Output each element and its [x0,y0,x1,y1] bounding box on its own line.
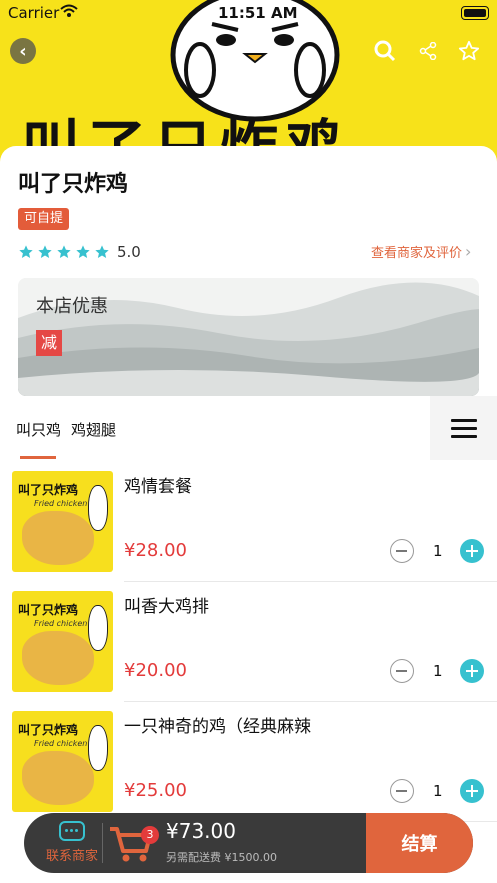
increase-quantity-button[interactable] [460,659,484,683]
search-button[interactable] [372,38,398,64]
carrier-label: Carrier [8,4,60,22]
product-image-text: 叫了只炸鸡 [18,603,79,617]
delivery-fee-note: 另需配送费 ¥1500.00 [166,851,277,864]
star-rating-icon [57,245,71,258]
cart-total: ¥73.00 [166,819,236,843]
favorite-button[interactable] [456,38,482,64]
product-quantity: 1 [433,542,443,560]
view-reviews-label: 查看商家及评价 [371,246,463,261]
decrease-quantity-button[interactable] [390,779,414,803]
checkout-button[interactable]: 结算 [366,813,473,873]
back-icon: ‹ [19,40,27,62]
product-row: 叫了只炸鸡 Fried chicken 叫香大鸡排 ¥20.00 1 [0,582,497,702]
star-icon [458,40,480,61]
product-row: 叫了只炸鸡 Fried chicken 一只神奇的鸡（经典麻辣 ¥25.00 1 [0,702,497,822]
mascot-graphic [88,725,108,771]
status-time: 11:51 AM [218,4,298,22]
cart-count-badge: 3 [141,826,159,844]
discount-tag: 减 [36,330,62,356]
rating-value: 5.0 [117,243,141,261]
tab-category-2[interactable]: 鸡翅腿 [71,419,116,440]
product-quantity: 1 [433,662,443,680]
contact-merchant-label: 联系商家 [45,849,98,864]
fried-chicken-graphic [22,751,94,805]
product-price: ¥28.00 [124,540,187,561]
product-row: 叫了只炸鸡 Fried chicken 鸡情套餐 ¥28.00 1 [0,462,497,582]
product-price: ¥25.00 [124,780,187,801]
category-bar: 叫只鸡 鸡翅腿 [0,396,497,460]
wifi-icon [60,4,78,17]
status-bar: Carrier 11:51 AM [0,0,497,26]
product-image-text: 叫了只炸鸡 [18,723,79,737]
hamburger-icon [450,414,477,443]
search-icon [374,40,396,62]
chevron-right-icon: › [465,242,472,261]
tab-category-1[interactable]: 叫只鸡 [16,419,61,440]
active-tab-indicator [20,456,56,459]
mascot-graphic [88,605,108,651]
decrease-quantity-button[interactable] [390,659,414,683]
chat-icon [59,821,85,841]
contact-merchant-button[interactable]: 联系商家 [42,821,102,864]
category-tabs: 叫只鸡 鸡翅腿 [16,419,116,440]
product-name: 鸡情套餐 [124,477,192,497]
promo-panel: 本店优惠 减 [18,278,479,396]
product-image[interactable]: 叫了只炸鸡 Fried chicken [12,591,113,692]
product-price: ¥20.00 [124,660,187,681]
star-rating-icon [95,245,109,258]
star-rating-icon [76,245,90,258]
product-image-subtext: Fried chicken [34,739,88,748]
star-rating-icon [38,245,52,258]
product-image[interactable]: 叫了只炸鸡 Fried chicken [12,471,113,572]
shop-name: 叫了只炸鸡 [18,172,129,197]
view-reviews-link[interactable]: 查看商家及评价 › [371,242,471,261]
decrease-quantity-button[interactable] [390,539,414,563]
pickup-badge: 可自提 [18,208,70,230]
back-button[interactable]: ‹ [10,38,36,64]
promo-title: 本店优惠 [36,296,108,317]
battery-icon [461,6,489,20]
product-image[interactable]: 叫了只炸鸡 Fried chicken [12,711,113,812]
product-image-text: 叫了只炸鸡 [18,483,79,497]
star-rating-icon [19,245,33,258]
increase-quantity-button[interactable] [460,539,484,563]
product-quantity: 1 [433,782,443,800]
cart-divider [102,823,103,863]
product-name: 一只神奇的鸡（经典麻辣 [124,717,311,737]
increase-quantity-button[interactable] [460,779,484,803]
product-name: 叫香大鸡排 [124,597,209,617]
category-menu-button[interactable] [430,396,497,460]
fried-chicken-graphic [22,511,94,565]
rating-stars: 5.0 [18,242,141,262]
share-icon [419,42,437,60]
fried-chicken-graphic [22,631,94,685]
product-image-subtext: Fried chicken [34,499,88,508]
product-image-subtext: Fried chicken [34,619,88,628]
share-button[interactable] [415,38,441,64]
mascot-graphic [88,485,108,531]
cart-bar: 联系商家 3 ¥73.00 另需配送费 ¥1500.00 结算 [24,813,473,873]
